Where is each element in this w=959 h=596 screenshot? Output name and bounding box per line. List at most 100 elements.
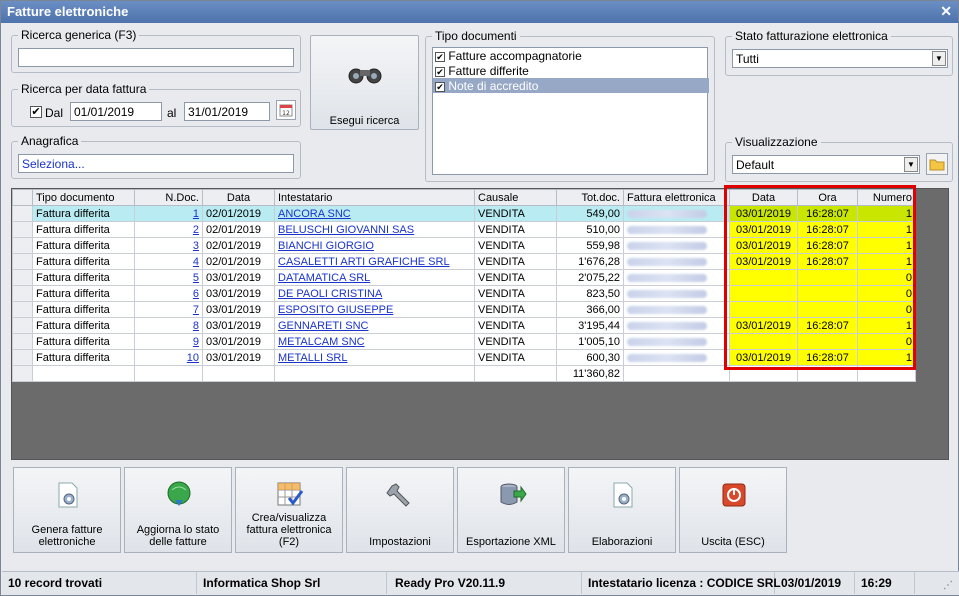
cell-intestatario[interactable]: ANCORA SNC (274, 205, 475, 222)
cell-intestatario[interactable]: BIANCHI GIORGIO (274, 237, 475, 254)
visualizzazione-label: Visualizzazione (732, 135, 821, 149)
cell-ndoc[interactable]: 2 (134, 221, 203, 238)
tipo-checkbox[interactable]: ✔ (435, 66, 445, 77)
col-ndoc[interactable]: N.Doc. (134, 189, 203, 206)
cell-intestatario[interactable]: METALCAM SNC (274, 333, 475, 350)
cell-intestatario[interactable]: METALLI SRL (274, 349, 475, 366)
col-totdoc[interactable]: Tot.doc. (556, 189, 624, 206)
grid-check-icon (277, 482, 304, 506)
cell-ndoc[interactable]: 4 (134, 253, 203, 270)
redacted-value (627, 225, 707, 234)
title-bar: Fatture elettroniche ✕ (1, 1, 958, 23)
genera-fatture-button[interactable]: Genera fatture elettroniche (13, 467, 121, 553)
visualizzazione-select[interactable]: Default ▼ (732, 155, 920, 174)
cell-ndoc[interactable]: 8 (134, 317, 203, 334)
generic-search-input[interactable] (18, 48, 294, 67)
crea-fattura-label: Crea/visualizza fattura elettronica (F2) (246, 512, 332, 548)
cell-causale: VENDITA (474, 221, 557, 238)
cell-data: 03/01/2019 (202, 317, 275, 334)
cell-intestatario[interactable]: ESPOSITO GIUSEPPE (274, 301, 475, 318)
cell-data: 03/01/2019 (202, 301, 275, 318)
cell-intestatario[interactable]: DATAMATICA SRL (274, 269, 475, 286)
col-causale[interactable]: Causale (474, 189, 557, 206)
status-company: Informatica Shop Srl (197, 572, 387, 594)
cell-data: 02/01/2019 (202, 237, 275, 254)
resize-grip-icon[interactable]: ⋰ (943, 580, 953, 591)
esportazione-xml-button[interactable]: Esportazione XML (457, 467, 565, 553)
cell-fattura-elettronica (623, 237, 730, 254)
row-indicator[interactable] (12, 333, 33, 350)
cell-ndoc[interactable]: 3 (134, 237, 203, 254)
anagrafica-input[interactable]: Seleziona... (18, 154, 294, 173)
cell-causale: VENDITA (474, 237, 557, 254)
cell-ndoc[interactable]: 5 (134, 269, 203, 286)
cell-intestatario[interactable]: BELUSCHI GIOVANNI SAS (274, 221, 475, 238)
tipo-item-differite[interactable]: ✔ Fatture differite (433, 63, 707, 78)
row-indicator[interactable] (12, 285, 33, 302)
anagrafica-label: Anagrafica (18, 134, 82, 148)
uscita-label: Uscita (ESC) (701, 536, 765, 548)
dal-checkbox[interactable]: ✔ (30, 106, 42, 118)
row-indicator[interactable] (12, 253, 33, 270)
dal-label: Dal (45, 106, 64, 120)
crea-fattura-button[interactable]: Crea/visualizza fattura elettronica (F2) (235, 467, 343, 553)
total-cell (474, 365, 557, 382)
cell-totdoc: 559,98 (556, 237, 624, 254)
cell-intestatario[interactable]: CASALETTI ARTI GRAFICHE SRL (274, 253, 475, 270)
cell-intestatario[interactable]: GENNARETI SNC (274, 317, 475, 334)
close-icon[interactable]: ✕ (940, 3, 952, 20)
row-indicator[interactable] (12, 237, 33, 254)
date-to-input[interactable]: 31/01/2019 (184, 102, 270, 121)
folder-icon[interactable] (926, 153, 948, 175)
window-title: Fatture elettroniche (7, 4, 129, 19)
tipo-item-label: Fatture accompagnatorie (448, 49, 582, 63)
cell-causale: VENDITA (474, 333, 557, 350)
impostazioni-button[interactable]: Impostazioni (346, 467, 454, 553)
col-tipo[interactable]: Tipo documento (32, 189, 135, 206)
aggiorna-stato-label: Aggiorna lo stato delle fatture (136, 524, 220, 548)
stato-select[interactable]: Tutti ▼ (732, 49, 948, 68)
redacted-value (627, 337, 707, 346)
chevron-down-icon[interactable]: ▼ (904, 157, 918, 172)
col-intestatario[interactable]: Intestatario (274, 189, 475, 206)
cell-ndoc[interactable]: 10 (134, 349, 203, 366)
uscita-button[interactable]: Uscita (ESC) (679, 467, 787, 553)
cell-ndoc[interactable]: 9 (134, 333, 203, 350)
row-indicator[interactable] (12, 301, 33, 318)
cell-totdoc: 600,30 (556, 349, 624, 366)
tipo-item-accompagnatorie[interactable]: ✔ Fatture accompagnatorie (433, 48, 707, 63)
cell-fattura-elettronica (623, 301, 730, 318)
row-indicator[interactable] (12, 269, 33, 286)
row-indicator[interactable] (12, 205, 33, 222)
aggiorna-stato-button[interactable]: Aggiorna lo stato delle fatture (124, 467, 232, 553)
search-button[interactable]: Esegui ricerca (310, 35, 419, 130)
tipo-checkbox[interactable]: ✔ (435, 81, 445, 92)
elaborazioni-button[interactable]: Elaborazioni (568, 467, 676, 553)
date-from-input[interactable]: 01/01/2019 (70, 102, 162, 121)
date-search-group: Ricerca per data fattura ✔ Dal 01/01/201… (11, 82, 301, 127)
col-fattura-elettronica[interactable]: Fattura elettronica (623, 189, 730, 206)
esportazione-xml-label: Esportazione XML (466, 536, 556, 548)
status-bar: 10 record trovati Informatica Shop Srl R… (2, 571, 959, 595)
tipo-checkbox[interactable]: ✔ (435, 51, 445, 62)
cell-ndoc[interactable]: 7 (134, 301, 203, 318)
cell-ndoc[interactable]: 1 (134, 205, 203, 222)
cell-totdoc: 1'676,28 (556, 253, 624, 270)
row-indicator[interactable] (12, 349, 33, 366)
total-cell (202, 365, 275, 382)
doc-gear-icon (613, 482, 633, 508)
tipo-item-note-accredito[interactable]: ✔ Note di accredito (433, 78, 709, 93)
cell-fattura-elettronica (623, 333, 730, 350)
cell-intestatario[interactable]: DE PAOLI CRISTINA (274, 285, 475, 302)
database-export-icon (500, 483, 527, 505)
chevron-down-icon[interactable]: ▼ (932, 51, 946, 66)
row-indicator[interactable] (12, 221, 33, 238)
cell-tipo: Fattura differita (32, 349, 135, 366)
status-license: Intestatario licenza : CODICE SRL (582, 572, 781, 594)
row-indicator[interactable] (12, 317, 33, 334)
calendar-icon[interactable]: 12 (276, 100, 296, 120)
col-data[interactable]: Data (202, 189, 275, 206)
cell-ndoc[interactable]: 6 (134, 285, 203, 302)
redacted-value (627, 209, 707, 218)
redacted-value (627, 273, 707, 282)
